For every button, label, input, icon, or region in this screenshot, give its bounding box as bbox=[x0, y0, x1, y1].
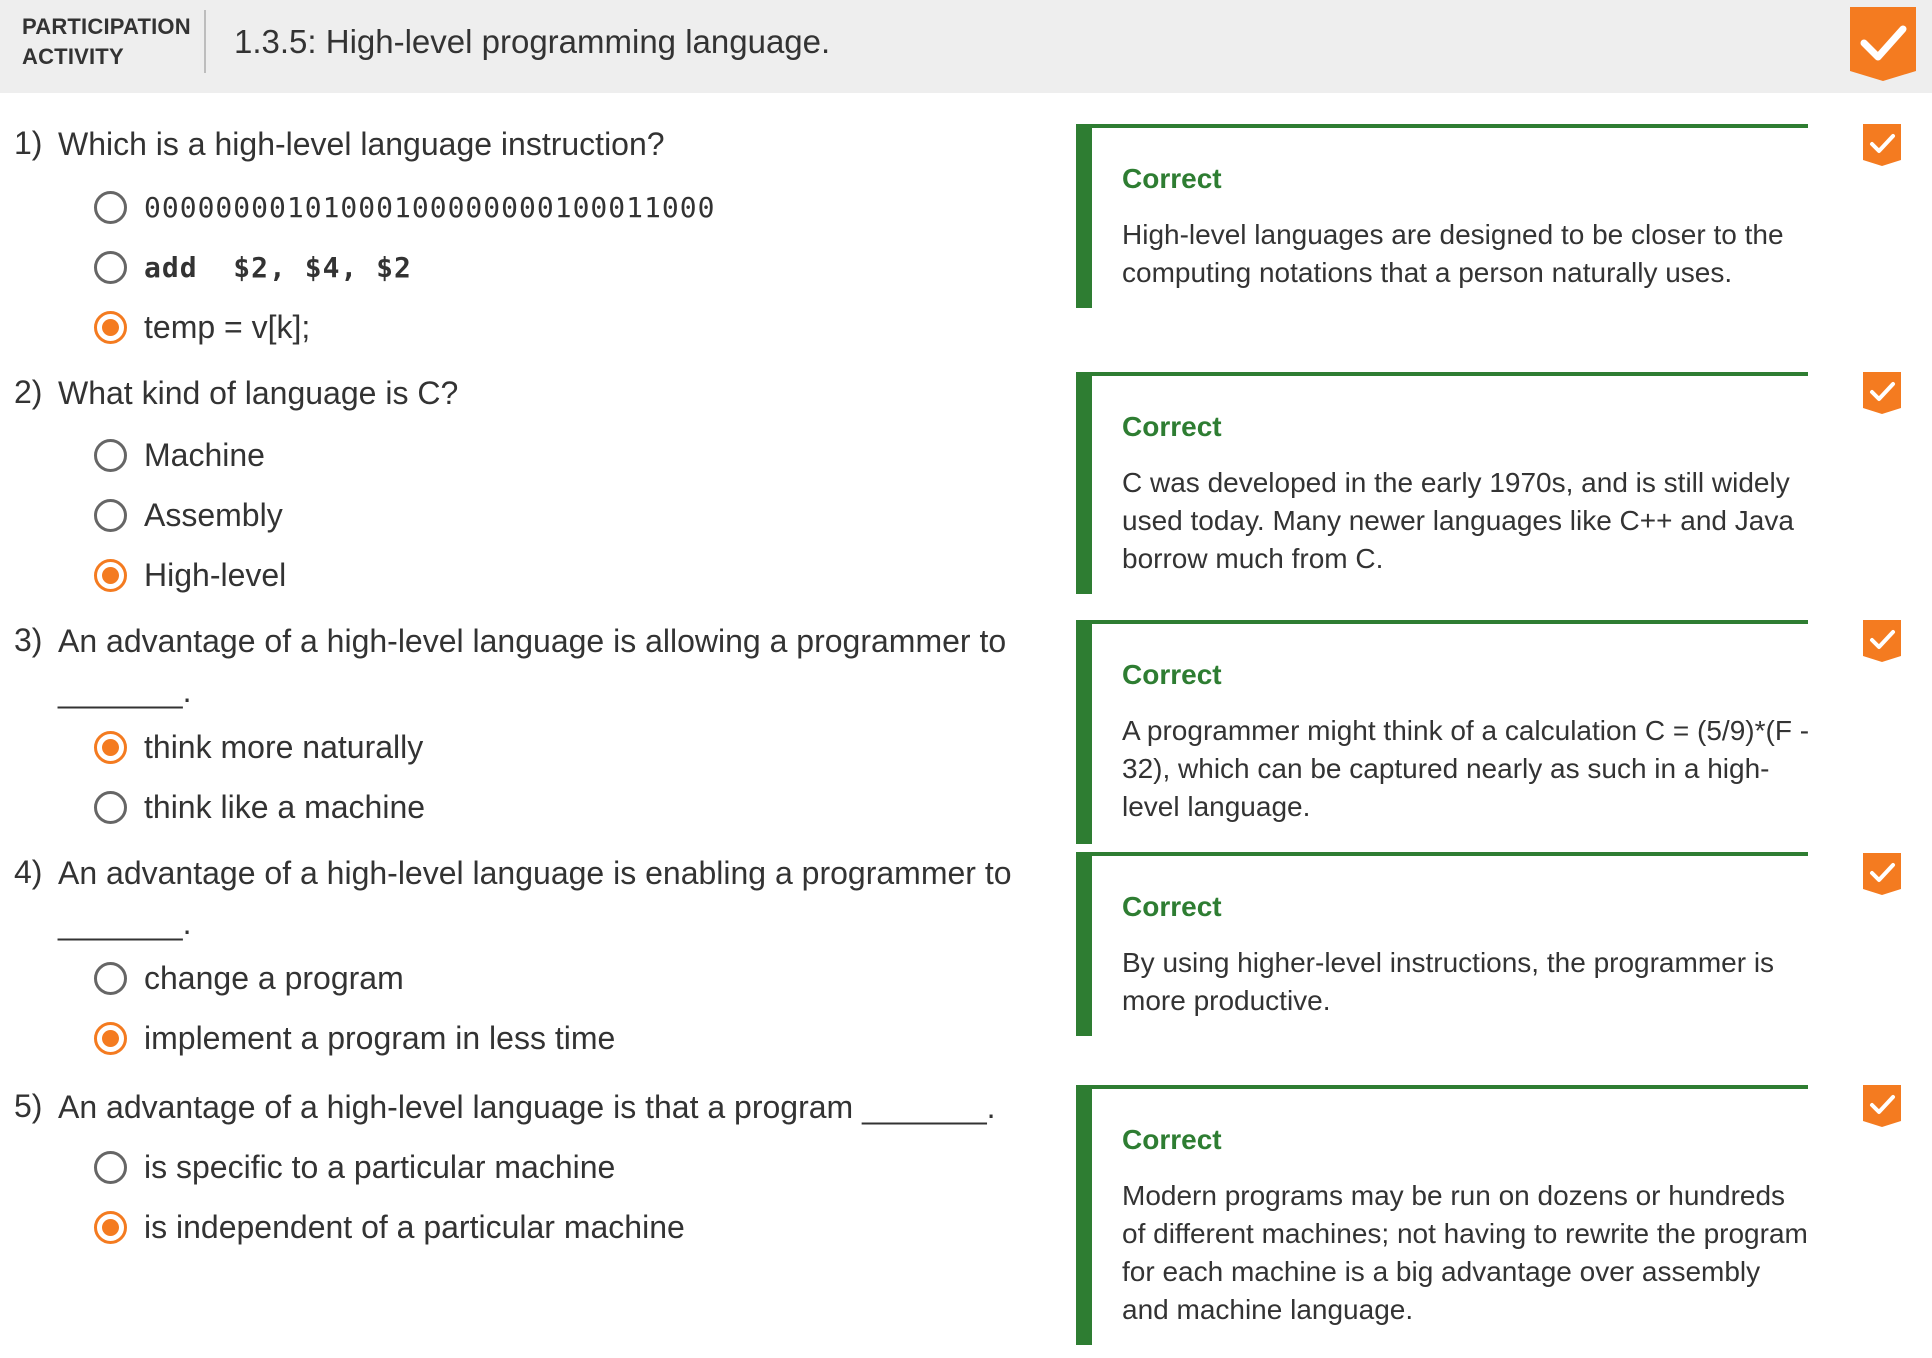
radio-button[interactable] bbox=[94, 190, 127, 224]
radio-button[interactable] bbox=[94, 498, 127, 532]
checkmark-icon bbox=[1863, 124, 1901, 166]
feedback-q4: Correct By using higher-level instructio… bbox=[1076, 852, 1808, 1036]
feedback-title: Correct bbox=[1122, 891, 1222, 922]
radio-button[interactable] bbox=[94, 790, 127, 824]
question-text: An advantage of a high-level language is… bbox=[58, 855, 1012, 941]
feedback-title: Correct bbox=[1122, 659, 1222, 690]
option-label: implement a program in less time bbox=[144, 1019, 616, 1056]
feedback-q3: Correct A programmer might think of a ca… bbox=[1076, 620, 1809, 844]
option-label: is specific to a particular machine bbox=[144, 1148, 616, 1185]
feedback-title: Correct bbox=[1122, 163, 1222, 194]
option-q5-a[interactable]: is specific to a particular machine bbox=[94, 1147, 615, 1187]
question-number: 5) bbox=[14, 1088, 43, 1124]
question-number: 2) bbox=[14, 374, 43, 410]
feedback-text: By using higher-level instructions, the … bbox=[1122, 947, 1775, 1016]
radio-button[interactable] bbox=[94, 1150, 127, 1184]
header-divider bbox=[204, 10, 206, 73]
radio-button-selected[interactable] bbox=[94, 310, 127, 344]
option-label: High-level bbox=[144, 556, 287, 593]
radio-button-selected[interactable] bbox=[94, 1210, 127, 1244]
option-q4-a[interactable]: change a program bbox=[94, 958, 404, 998]
feedback-text: A programmer might think of a calculatio… bbox=[1122, 715, 1810, 822]
option-q3-b[interactable]: think like a machine bbox=[94, 787, 425, 827]
radio-button-selected[interactable] bbox=[94, 1021, 127, 1055]
option-q1-c[interactable]: temp = v[k]; bbox=[94, 307, 310, 347]
question-text: Which is a high-level language instructi… bbox=[58, 126, 665, 162]
radio-button-selected[interactable] bbox=[94, 558, 127, 592]
question-text: An advantage of a high-level language is… bbox=[58, 1089, 996, 1125]
option-q2-a[interactable]: Machine bbox=[94, 435, 265, 475]
feedback-q2: Correct C was developed in the early 197… bbox=[1076, 372, 1808, 594]
option-label: temp = v[k]; bbox=[144, 308, 311, 345]
radio-button[interactable] bbox=[94, 250, 127, 284]
option-q2-c[interactable]: High-level bbox=[94, 555, 286, 595]
feedback-title: Correct bbox=[1122, 1124, 1222, 1155]
option-q1-b[interactable]: add $2, $4, $2 bbox=[94, 247, 412, 287]
feedback-text: High-level languages are designed to be … bbox=[1122, 219, 1784, 288]
radio-button[interactable] bbox=[94, 961, 127, 995]
radio-button[interactable] bbox=[94, 438, 127, 472]
feedback-q1: Correct High-level languages are designe… bbox=[1076, 124, 1808, 308]
question-number: 3) bbox=[14, 622, 43, 658]
radio-button-selected[interactable] bbox=[94, 730, 127, 764]
option-label: is independent of a particular machine bbox=[144, 1208, 685, 1245]
checkmark-icon bbox=[1863, 1085, 1901, 1127]
activity-type-line1: PARTICIPATION bbox=[22, 14, 191, 39]
activity-header: PARTICIPATION ACTIVITY 1.3.5: High-level… bbox=[0, 0, 1932, 93]
question-number: 4) bbox=[14, 854, 43, 890]
option-label: think more naturally bbox=[144, 728, 424, 765]
option-label: Machine bbox=[144, 436, 265, 473]
activity-type-line2: ACTIVITY bbox=[22, 44, 124, 69]
option-label: think like a machine bbox=[144, 788, 426, 825]
option-q5-b[interactable]: is independent of a particular machine bbox=[94, 1207, 685, 1247]
option-label: Assembly bbox=[144, 496, 283, 533]
checkmark-icon bbox=[1863, 620, 1901, 662]
feedback-title: Correct bbox=[1122, 411, 1222, 442]
option-q3-a[interactable]: think more naturally bbox=[94, 727, 423, 767]
feedback-text: C was developed in the early 1970s, and … bbox=[1122, 467, 1794, 574]
question-text: What kind of language is C? bbox=[58, 375, 459, 411]
option-label: add $2, $4, $2 bbox=[144, 250, 412, 284]
feedback-q5: Correct Modern programs may be run on do… bbox=[1076, 1085, 1808, 1345]
option-label: change a program bbox=[144, 959, 404, 996]
activity-title: 1.3.5: High-level programming language. bbox=[234, 23, 831, 60]
activity-type-label: PARTICIPATION ACTIVITY bbox=[22, 12, 191, 72]
option-label: 00000000101000100000000100011000 bbox=[144, 190, 716, 224]
option-q2-b[interactable]: Assembly bbox=[94, 495, 283, 535]
feedback-text: Modern programs may be run on dozens or … bbox=[1122, 1180, 1808, 1325]
checkmark-icon bbox=[1863, 853, 1901, 895]
checkmark-icon bbox=[1863, 372, 1901, 414]
option-q1-a[interactable]: 00000000101000100000000100011000 bbox=[94, 187, 715, 227]
checkmark-badge-icon bbox=[1850, 7, 1916, 81]
option-q4-b[interactable]: implement a program in less time bbox=[94, 1018, 615, 1058]
question-text: An advantage of a high-level language is… bbox=[58, 623, 1007, 709]
question-number: 1) bbox=[14, 125, 43, 161]
